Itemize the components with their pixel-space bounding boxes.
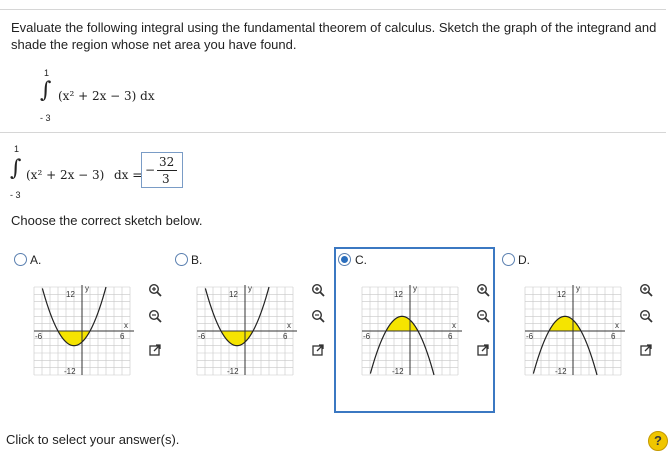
sketch-graph-c[interactable]: y x 12 -12 -6 6 xyxy=(358,285,468,377)
y-min-label: -12 xyxy=(227,367,239,376)
radio-option-b[interactable] xyxy=(175,253,188,266)
option-c-label: C. xyxy=(355,253,367,267)
answer-numerator: 32 xyxy=(159,155,175,169)
zoom-in-icon[interactable] xyxy=(148,283,162,297)
y-min-label: -12 xyxy=(555,367,567,376)
section-divider xyxy=(0,132,666,133)
radio-option-d[interactable] xyxy=(502,253,515,266)
answer-box[interactable]: − 32 3 xyxy=(141,152,183,188)
y-axis-label: y xyxy=(248,285,252,293)
y-max-label: 12 xyxy=(557,290,566,299)
y-axis-label: y xyxy=(576,285,580,293)
x-max-label: 6 xyxy=(448,332,453,341)
x-min-label: -6 xyxy=(526,332,534,341)
y-max-label: 12 xyxy=(229,290,238,299)
zoom-in-icon[interactable] xyxy=(476,283,490,297)
zoom-out-icon[interactable] xyxy=(476,309,490,323)
radio-option-a[interactable] xyxy=(14,253,27,266)
popout-icon[interactable] xyxy=(639,343,653,357)
question-prompt: Evaluate the following integral using th… xyxy=(11,20,657,52)
x-max-label: 6 xyxy=(120,332,125,341)
zoom-out-icon[interactable] xyxy=(311,309,325,323)
y-axis-label: y xyxy=(85,285,89,293)
popout-icon[interactable] xyxy=(311,343,325,357)
x-axis-label: x xyxy=(452,321,456,330)
answer-lower-limit: - 3 xyxy=(10,190,21,200)
option-a-label: A. xyxy=(30,253,42,267)
answer-integrand: (x² + 2x − 3) xyxy=(26,168,105,182)
x-axis-label: x xyxy=(287,321,291,330)
answer-upper-limit: 1 xyxy=(14,144,20,154)
choose-label: Choose the correct sketch below. xyxy=(11,213,203,228)
x-max-label: 6 xyxy=(611,332,616,341)
zoom-in-icon[interactable] xyxy=(639,283,653,297)
integral-lower-limit: - 3 xyxy=(40,113,51,123)
top-divider xyxy=(0,9,666,10)
zoom-out-icon[interactable] xyxy=(148,309,162,323)
integral-sign: ∫ xyxy=(40,78,52,103)
y-max-label: 12 xyxy=(66,290,75,299)
sketch-graph-b[interactable]: y x 12 -12 -6 6 xyxy=(193,285,303,377)
zoom-in-icon[interactable] xyxy=(311,283,325,297)
answer-integral-sign: ∫ xyxy=(10,156,22,181)
answer-equals: dx = xyxy=(114,168,143,182)
x-max-label: 6 xyxy=(283,332,288,341)
option-b-label: B. xyxy=(191,253,203,267)
answer-denominator: 3 xyxy=(162,172,170,186)
x-min-label: -6 xyxy=(35,332,43,341)
zoom-out-icon[interactable] xyxy=(639,309,653,323)
y-min-label: -12 xyxy=(392,367,404,376)
option-d-label: D. xyxy=(518,253,530,267)
y-min-label: -12 xyxy=(64,367,76,376)
answer-sign: − xyxy=(145,163,156,177)
popout-icon[interactable] xyxy=(476,343,490,357)
y-axis-label: y xyxy=(413,285,417,293)
integrand: (x² + 2x − 3) dx xyxy=(58,89,155,103)
popout-icon[interactable] xyxy=(148,343,162,357)
sketch-graph-a[interactable]: y x 12 -12 -6 6 xyxy=(30,285,140,377)
fraction-bar xyxy=(157,170,177,171)
integral-upper-limit: 1 xyxy=(44,68,50,78)
x-min-label: -6 xyxy=(198,332,206,341)
radio-option-c[interactable] xyxy=(338,253,351,266)
x-axis-label: x xyxy=(124,321,128,330)
x-min-label: -6 xyxy=(363,332,371,341)
integral-expression: 1 ∫ (x² + 2x − 3) dx - 3 xyxy=(38,68,178,124)
x-axis-label: x xyxy=(615,321,619,330)
y-max-label: 12 xyxy=(394,290,403,299)
sketch-graph-d[interactable]: y x 12 -12 -6 6 xyxy=(521,285,631,377)
help-icon[interactable]: ? xyxy=(648,431,668,451)
answer-expression: 1 ∫ (x² + 2x − 3) dx = - 3 − 32 3 xyxy=(10,144,210,202)
footer-instruction: Click to select your answer(s). xyxy=(6,432,180,447)
